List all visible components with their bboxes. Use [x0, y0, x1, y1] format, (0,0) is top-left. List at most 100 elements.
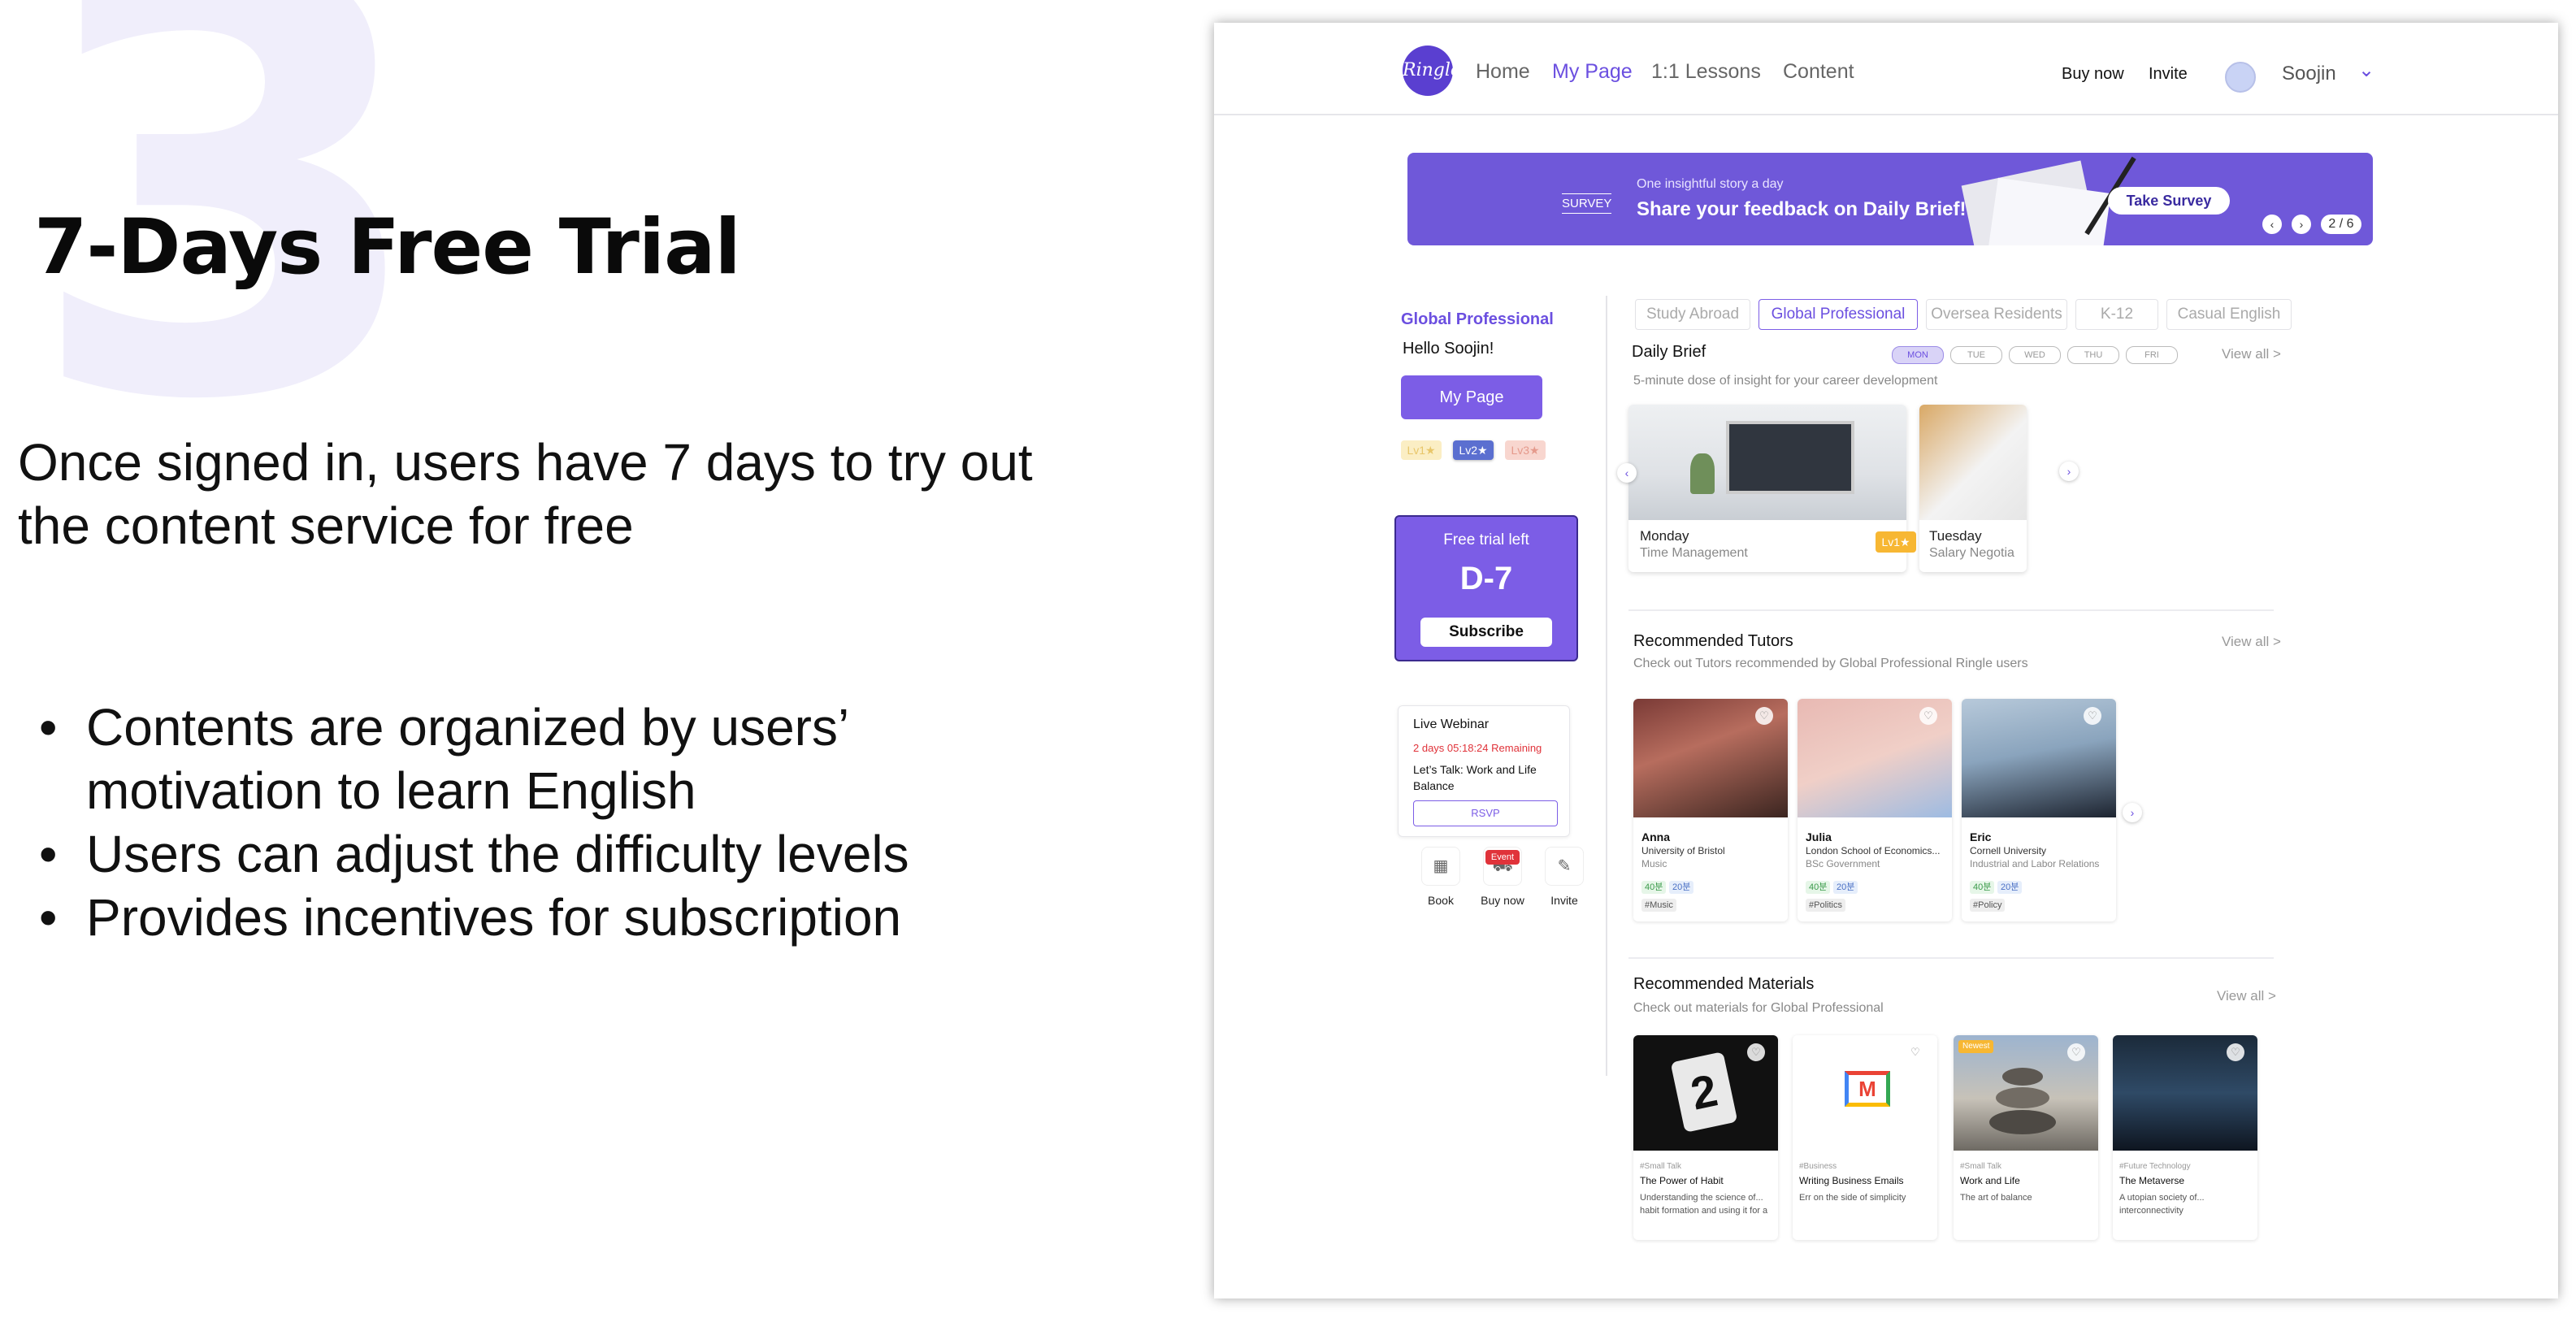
day-thu[interactable]: THU	[2067, 346, 2119, 364]
bullet-list: • Contents are organized by users’ motiva…	[33, 696, 1089, 949]
chevron-right-icon[interactable]: ›	[2292, 215, 2311, 234]
heart-icon[interactable]: ♡	[2084, 707, 2101, 725]
tab-casual-english[interactable]: Casual English	[2166, 299, 2292, 330]
tutor-card[interactable]: ♡ Julia London School of Economics... BS…	[1798, 699, 1952, 921]
nav-buy-now[interactable]: Buy now	[2062, 65, 2124, 84]
material-title: The Power of Habit	[1640, 1175, 1724, 1186]
chevron-left-icon[interactable]: ‹	[1617, 463, 1637, 483]
tutor-school: University of Bristol	[1641, 845, 1725, 856]
rsvp-button[interactable]: RSVP	[1413, 800, 1558, 826]
chevron-right-icon[interactable]: ›	[2123, 803, 2142, 822]
gmail-icon: M	[1845, 1071, 1890, 1107]
newest-badge: Newest	[1958, 1040, 1994, 1053]
card-image	[1628, 405, 1906, 520]
tutor-card[interactable]: ♡ Eric Cornell University Industrial and…	[1962, 699, 2116, 921]
tutor-card[interactable]: ♡ Anna University of Bristol Music 40분 2…	[1633, 699, 1788, 921]
day-fri[interactable]: FRI	[2126, 346, 2178, 364]
laptop-illustration	[1726, 421, 1854, 494]
tutors-title: Recommended Tutors	[1633, 632, 1793, 650]
nav-home[interactable]: Home	[1476, 60, 1530, 84]
duration-chip: 20분	[1997, 881, 2023, 894]
tutors-subtitle: Check out Tutors recommended by Global P…	[1633, 657, 2028, 670]
heart-icon[interactable]: ♡	[1906, 1043, 1924, 1061]
material-card[interactable]: 2 ♡ #Small Talk The Power of Habit Under…	[1633, 1035, 1778, 1240]
free-trial-card: Free trial left D-7 Subscribe	[1394, 515, 1578, 661]
tutor-tag: #Music	[1641, 899, 1676, 912]
nav-invite[interactable]: Invite	[2149, 65, 2188, 84]
tutors-view-all[interactable]: View all >	[2222, 634, 2281, 650]
top-nav: Ringle Home My Page 1:1 Lessons Content …	[1214, 23, 2558, 115]
material-desc: The art of balance	[1960, 1193, 2032, 1203]
megaphone-icon: ✎	[1545, 847, 1584, 886]
material-title: Work and Life	[1960, 1175, 2020, 1186]
quick-action-invite[interactable]: ✎ Invite	[1544, 847, 1585, 907]
ringle-logo[interactable]: Ringle	[1403, 46, 1461, 96]
quick-action-book[interactable]: ▦ Book	[1420, 847, 1461, 907]
bullet-item: • Contents are organized by users’ motiva…	[39, 698, 848, 820]
tutor-major: Industrial and Labor Relations	[1970, 858, 2100, 869]
heart-icon[interactable]: ♡	[2067, 1043, 2085, 1061]
day-mon[interactable]: MON	[1892, 346, 1944, 364]
chevron-left-icon[interactable]: ‹	[2262, 215, 2282, 234]
daily-brief-title: Daily Brief	[1632, 343, 1706, 361]
level-1-button[interactable]: Lv1★	[1401, 440, 1442, 460]
card-topic: Time Management	[1640, 546, 1748, 560]
card-topic: Salary Negotia	[1929, 546, 2014, 560]
take-survey-button[interactable]: Take Survey	[2108, 187, 2230, 215]
material-title: The Metaverse	[2119, 1175, 2185, 1186]
avatar[interactable]	[2225, 62, 2256, 93]
heart-icon[interactable]: ♡	[2227, 1043, 2244, 1061]
tutor-school: Cornell University	[1970, 845, 2047, 856]
daily-brief-card[interactable]: Monday Time Management	[1628, 405, 1906, 572]
tutor-school: London School of Economics...	[1806, 845, 1941, 856]
chevron-down-icon[interactable]: ⌄	[2358, 59, 2374, 82]
chevron-right-icon[interactable]: ›	[2059, 462, 2079, 481]
duration-chip: 40분	[1970, 881, 1995, 894]
material-desc: Understanding the science of... habit fo…	[1640, 1193, 1768, 1216]
tab-global-professional[interactable]: Global Professional	[1759, 299, 1918, 330]
tab-oversea-residents[interactable]: Oversea Residents	[1926, 299, 2067, 330]
tutor-name: Anna	[1641, 830, 1670, 843]
app-screenshot: Ringle Home My Page 1:1 Lessons Content …	[1214, 23, 2558, 1298]
material-title: Writing Business Emails	[1799, 1175, 1904, 1186]
survey-banner[interactable]: SURVEY One insightful story a day Share …	[1407, 153, 2373, 245]
material-card[interactable]: M ♡ #Business Writing Business Emails Er…	[1793, 1035, 1937, 1240]
materials-view-all[interactable]: View all >	[2217, 988, 2276, 1004]
material-card[interactable]: Newest ♡ #Small Talk Work and Life The a…	[1954, 1035, 2098, 1240]
tutor-name: Julia	[1806, 830, 1832, 843]
user-name[interactable]: Soojin	[2282, 63, 2336, 85]
duration-chip: 40분	[1641, 881, 1667, 894]
material-card[interactable]: ♡ #Future Technology The Metaverse A uto…	[2113, 1035, 2257, 1240]
card-day: Monday	[1640, 528, 1689, 544]
nav-lessons[interactable]: 1:1 Lessons	[1651, 60, 1761, 84]
event-badge: Event	[1485, 850, 1520, 865]
bullet-text: Provides incentives for subscription	[86, 888, 902, 947]
daily-brief-card[interactable]: Tuesday Salary Negotia	[1919, 405, 2027, 572]
webinar-card: Live Webinar 2 days 05:18:24 Remaining L…	[1398, 705, 1570, 837]
stone-illustration	[1989, 1110, 2056, 1134]
my-page-button[interactable]: My Page	[1401, 375, 1542, 419]
duration-chip: 20분	[1669, 881, 1694, 894]
section-divider	[1628, 609, 2274, 611]
subscribe-button[interactable]: Subscribe	[1420, 618, 1552, 647]
level-badge: Lv1★	[1876, 531, 1916, 553]
level-3-button[interactable]: Lv3★	[1505, 440, 1546, 460]
bullet-item: • Users can adjust the difficulty levels	[39, 825, 909, 883]
day-wed[interactable]: WED	[2009, 346, 2061, 364]
nav-my-page[interactable]: My Page	[1552, 60, 1633, 84]
tab-k12[interactable]: K-12	[2075, 299, 2158, 330]
slide-title: 7-Days Free Trial	[34, 203, 741, 292]
tab-study-abroad[interactable]: Study Abroad	[1635, 299, 1750, 330]
daily-brief-view-all[interactable]: View all >	[2222, 346, 2281, 362]
card-image	[1919, 405, 2027, 520]
section-divider	[1628, 957, 2274, 959]
banner-pager: 2 / 6	[2321, 215, 2361, 234]
heart-icon[interactable]: ♡	[1919, 707, 1937, 725]
heart-icon[interactable]: ♡	[1755, 707, 1773, 725]
bullet-text: Contents are organized by users’ motivat…	[86, 698, 848, 820]
heart-icon[interactable]: ♡	[1747, 1043, 1765, 1061]
level-2-button[interactable]: Lv2★	[1453, 440, 1494, 460]
nav-content[interactable]: Content	[1783, 60, 1854, 84]
column-divider	[1606, 296, 1607, 1076]
day-tue[interactable]: TUE	[1950, 346, 2002, 364]
